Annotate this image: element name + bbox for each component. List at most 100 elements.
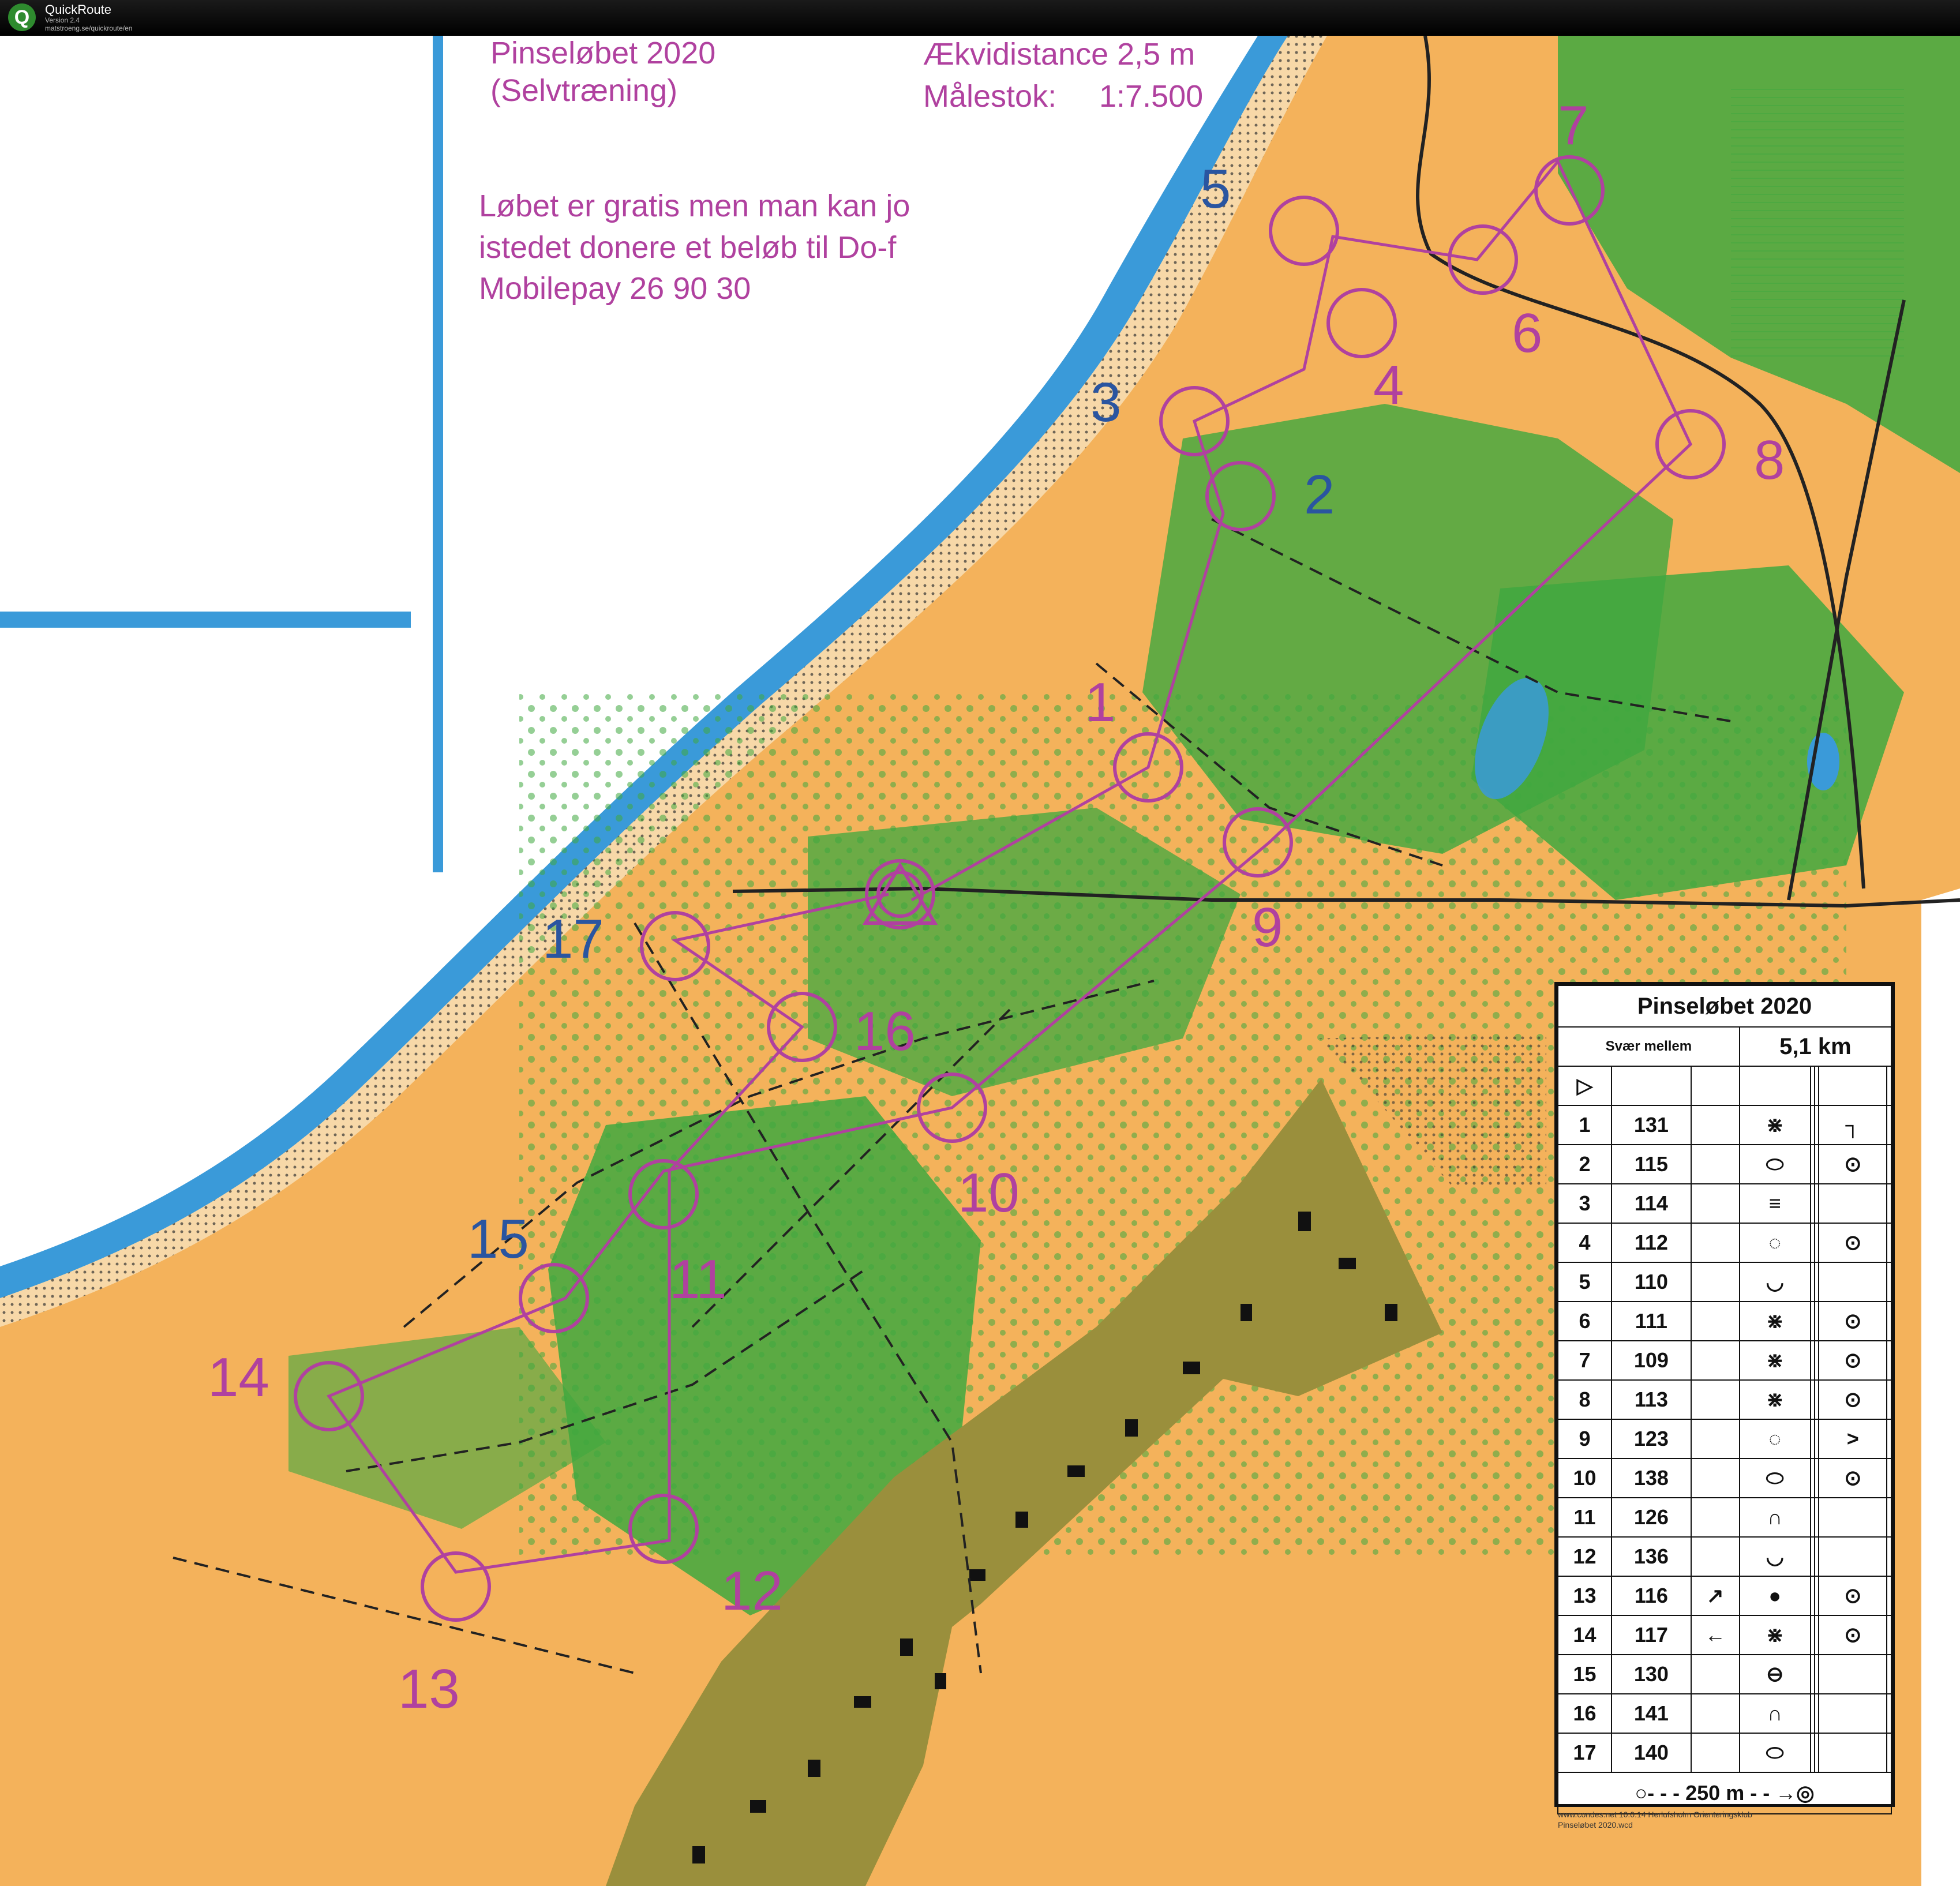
control-number-11: 11: [669, 1248, 727, 1310]
description-row: 16 141 ∩: [1557, 1693, 1892, 1734]
feature-symbol: ◡: [1738, 1536, 1811, 1577]
control-number-7: 7: [1558, 95, 1588, 156]
start-symbol: ▷: [1557, 1066, 1613, 1106]
feature-symbol: ⋇: [1738, 1340, 1811, 1381]
description-row: 12 136 ◡: [1557, 1536, 1892, 1577]
position-symbol: [1818, 1733, 1888, 1773]
position-symbol: [1818, 1497, 1888, 1538]
description-row: 5 110 ◡: [1557, 1262, 1892, 1302]
control-number: 6: [1557, 1301, 1613, 1341]
feature-symbol: ◌: [1738, 1419, 1811, 1459]
position-symbol: [1818, 1654, 1888, 1694]
feature-symbol: ●: [1738, 1576, 1811, 1616]
direction-symbol: [1690, 1458, 1740, 1498]
control-number: 3: [1557, 1183, 1613, 1224]
feature-symbol: ⋇: [1738, 1615, 1811, 1655]
control-number-13: 13: [398, 1658, 460, 1720]
control-number-10: 10: [958, 1162, 1020, 1224]
control-code: 126: [1611, 1497, 1692, 1538]
feature-symbol: ⬭: [1738, 1458, 1811, 1498]
description-title: Pinseløbet 2020: [1557, 985, 1892, 1028]
direction-symbol: ←: [1690, 1615, 1740, 1655]
position-symbol: ⊙: [1818, 1615, 1888, 1655]
undergrowth-hatch: [1731, 87, 1904, 363]
credit: www.condes.net 10.0.14 Herlufsholm Orien…: [1558, 1809, 1752, 1830]
direction-symbol: [1690, 1183, 1740, 1224]
feature-symbol: ◡: [1738, 1262, 1811, 1302]
feature-symbol: ◌: [1738, 1223, 1811, 1263]
scale-label: Målestok:: [923, 79, 1056, 114]
feature-symbol: ⬭: [1738, 1144, 1811, 1184]
position-symbol: ⊙: [1818, 1340, 1888, 1381]
control-number-5: 5: [1200, 158, 1231, 220]
feature-symbol: ⋇: [1738, 1105, 1811, 1145]
position-symbol: >: [1818, 1419, 1888, 1459]
description-row: 1 131 ⋇ ┐: [1557, 1105, 1892, 1145]
feature-symbol: ≡: [1738, 1183, 1811, 1224]
direction-symbol: [1690, 1536, 1740, 1577]
direction-symbol: [1690, 1301, 1740, 1341]
position-symbol: [1818, 1536, 1888, 1577]
control-number-2: 2: [1304, 464, 1335, 526]
course-length: 5,1 km: [1738, 1026, 1892, 1067]
control-number-15: 15: [467, 1208, 529, 1270]
description-row: 3 114 ≡: [1557, 1183, 1892, 1224]
control-code: 138: [1611, 1458, 1692, 1498]
control-number-12: 12: [721, 1560, 783, 1622]
description-row: 11 126 ∩: [1557, 1497, 1892, 1538]
position-symbol: ⊙: [1818, 1223, 1888, 1263]
description-row: 8 113 ⋇ ⊙: [1557, 1379, 1892, 1420]
control-number-9: 9: [1252, 897, 1283, 958]
position-symbol: ⊙: [1818, 1379, 1888, 1420]
control-code: 130: [1611, 1654, 1692, 1694]
control-number: 9: [1557, 1419, 1613, 1459]
control-code: 115: [1611, 1144, 1692, 1184]
course-level: Svær mellem: [1557, 1026, 1740, 1067]
control-number-8: 8: [1754, 429, 1785, 491]
map-subtitle: (Selvtræning): [490, 73, 677, 108]
app-version: Version 2.4: [45, 16, 80, 24]
control-code: 112: [1611, 1223, 1692, 1263]
finish-instruction: ○- - - 250 m - - →◎: [1557, 1772, 1892, 1814]
control-number: 8: [1557, 1379, 1613, 1420]
control-code: 111: [1611, 1301, 1692, 1341]
note-line-2: istedet donere et beløb til Do-f: [479, 230, 897, 265]
control-number: 4: [1557, 1223, 1613, 1263]
direction-symbol: [1690, 1105, 1740, 1145]
description-row: 14 117 ← ⋇ ⊙: [1557, 1615, 1892, 1655]
control-number: 14: [1557, 1615, 1613, 1655]
control-code: 136: [1611, 1536, 1692, 1577]
note-line-1: Løbet er gratis men man kan jo: [479, 189, 910, 223]
water-strip: [0, 612, 411, 628]
control-number: 13: [1557, 1576, 1613, 1616]
position-symbol: [1818, 1262, 1888, 1302]
app-url: matstroeng.se/quickroute/en: [45, 24, 133, 32]
control-number-17: 17: [542, 908, 604, 970]
control-code: 140: [1611, 1733, 1692, 1773]
feature-symbol: ∩: [1738, 1693, 1811, 1734]
control-number: 12: [1557, 1536, 1613, 1577]
direction-symbol: ↗: [1690, 1576, 1740, 1616]
control-number: 17: [1557, 1733, 1613, 1773]
direction-symbol: [1690, 1733, 1740, 1773]
control-code: 109: [1611, 1340, 1692, 1381]
title-bar: Q QuickRoute Version 2.4 matstroeng.se/q…: [0, 0, 1960, 36]
feature-symbol: ∩: [1738, 1497, 1811, 1538]
direction-symbol: [1690, 1223, 1740, 1263]
control-code: 141: [1611, 1693, 1692, 1734]
feature-symbol: ⬭: [1738, 1733, 1811, 1773]
note-line-3: Mobilepay 26 90 30: [479, 271, 751, 306]
description-row: 15 130 ⊖: [1557, 1654, 1892, 1694]
control-description-sheet: Pinseløbet 2020 Svær mellem 5,1 km ▷ 1 13…: [1554, 982, 1895, 1814]
description-row: 10 138 ⬭ ⊙: [1557, 1458, 1892, 1498]
control-code: 110: [1611, 1262, 1692, 1302]
direction-symbol: [1690, 1340, 1740, 1381]
direction-symbol: [1690, 1144, 1740, 1184]
direction-symbol: [1690, 1379, 1740, 1420]
control-number: 15: [1557, 1654, 1613, 1694]
description-row: 7 109 ⋇ ⊙: [1557, 1340, 1892, 1381]
contour-interval: Ækvidistance 2,5 m: [923, 37, 1195, 72]
control-number-4: 4: [1373, 354, 1404, 416]
control-number-16: 16: [854, 1000, 916, 1062]
position-symbol: ⊙: [1818, 1144, 1888, 1184]
